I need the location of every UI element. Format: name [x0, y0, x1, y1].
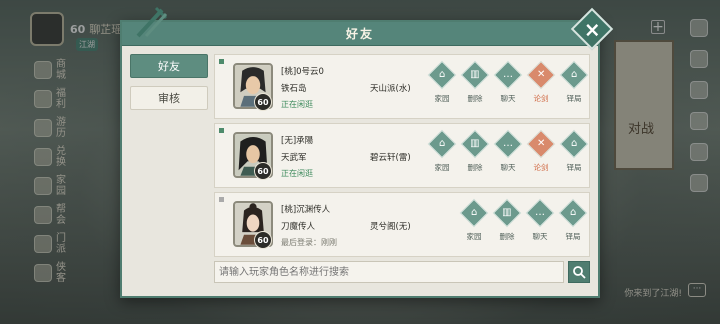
friend-sect: 碧云轩(雷) [370, 153, 411, 163]
delete-button[interactable]: ▥ 删除 [460, 129, 490, 173]
house-icon: ⌂ [570, 137, 578, 149]
crossed-swords-icon: ✕ [536, 68, 546, 80]
friend-card: 60 [桃]沉渊传人 刀魔传人 最后登录：刚刚 灵兮阁(无) ⌂ 家园 ▥ 删除… [214, 192, 590, 257]
search-input[interactable] [214, 261, 564, 283]
tab-review[interactable]: 审核 [130, 86, 208, 110]
action-label: 聊天 [500, 94, 516, 103]
friend-name: [桃]0号云0 [281, 67, 324, 77]
trash-icon: ▥ [470, 137, 480, 149]
house-icon: ⌂ [470, 206, 478, 218]
friend-list[interactable]: 60 [桃]0号云0 铁石岛 正在闲逛 天山派(水) ⌂ 家园 ▥ 删除 … 聊… [214, 54, 590, 261]
friend-status: 正在闲逛 [281, 100, 313, 109]
delete-button[interactable]: ▥ 删除 [492, 198, 522, 242]
chat-button[interactable]: … 聊天 [525, 198, 555, 242]
friend-card: 60 [桃]0号云0 铁石岛 正在闲逛 天山派(水) ⌂ 家园 ▥ 删除 … 聊… [214, 54, 590, 119]
house-icon: ⌂ [438, 137, 446, 149]
duel-button[interactable]: ✕ 论剑 [526, 60, 556, 104]
friend-name: [无]承陽 [281, 136, 314, 146]
level-badge: 60 [254, 93, 272, 111]
level-badge: 60 [254, 231, 272, 249]
online-indicator [219, 59, 224, 64]
delete-button[interactable]: ▥ 删除 [460, 60, 490, 104]
friend-school: 刀魔传人 [281, 222, 316, 232]
trash-icon: ▥ [502, 206, 512, 218]
trash-icon: ▥ [470, 68, 480, 80]
dialog-header: 好友 [122, 22, 598, 46]
action-label: 聊天 [532, 232, 548, 241]
search-button[interactable] [568, 261, 590, 283]
action-label: 铎局 [566, 94, 582, 103]
friend-school: 铁石岛 [281, 84, 307, 94]
offline-indicator [219, 197, 224, 202]
friend-school: 天武军 [281, 153, 307, 163]
action-label: 铎局 [565, 232, 581, 241]
action-label: 铎局 [566, 163, 582, 172]
friend-status: 正在闲逛 [281, 169, 313, 178]
action-label: 家园 [466, 232, 482, 241]
level-badge: 60 [254, 162, 272, 180]
house-icon: ⌂ [569, 206, 577, 218]
action-label: 家园 [434, 94, 450, 103]
friend-name: [桃]沉渊传人 [281, 205, 331, 215]
house-icon: ⌂ [570, 68, 578, 80]
friend-sect: 天山派(水) [370, 84, 411, 94]
home-button[interactable]: ⌂ 家园 [427, 129, 457, 173]
friend-actions: ⌂ 家园 ▥ 删除 … 聊天 ✕ 论剑 ⌂ 铎局 [427, 129, 589, 173]
chat-button[interactable]: … 聊天 [493, 129, 523, 173]
friend-actions: ⌂ 家园 ▥ 删除 … 聊天 ✕ 论剑 ⌂ 铎局 [427, 60, 589, 104]
action-label: 论剑 [533, 94, 549, 103]
sword-ornament-icon [136, 6, 168, 38]
friend-last-login: 最后登录：刚刚 [281, 238, 337, 247]
action-label: 删除 [467, 94, 483, 103]
search-icon [573, 266, 586, 279]
duel-button[interactable]: ✕ 论剑 [526, 129, 556, 173]
spar-button[interactable]: ⌂ 铎局 [558, 198, 588, 242]
action-label: 论剑 [533, 163, 549, 172]
action-label: 删除 [467, 163, 483, 172]
crossed-swords-icon: ✕ [536, 137, 546, 149]
chat-icon: … [503, 138, 513, 149]
dialog-title: 好友 [345, 27, 374, 41]
tab-list: 好友 审核 [130, 54, 208, 118]
chat-icon: … [503, 69, 513, 80]
spar-button[interactable]: ⌂ 铎局 [559, 60, 589, 104]
action-label: 家园 [434, 163, 450, 172]
home-button[interactable]: ⌂ 家园 [427, 60, 457, 104]
tab-friends[interactable]: 好友 [130, 54, 208, 78]
friend-sect: 灵兮阁(无) [370, 222, 411, 232]
chat-icon: … [535, 207, 545, 218]
action-label: 聊天 [500, 163, 516, 172]
search-bar [214, 261, 590, 283]
house-icon: ⌂ [438, 68, 446, 80]
friend-actions: ⌂ 家园 ▥ 删除 … 聊天 ⌂ 铎局 [459, 198, 588, 242]
online-indicator [219, 128, 224, 133]
friends-dialog: 好友 × 好友 审核 60 [桃]0号云0 铁石岛 正在闲逛 天山派(水) ⌂ … [120, 6, 614, 298]
action-label: 删除 [499, 232, 515, 241]
close-icon: × [583, 16, 601, 41]
spar-button[interactable]: ⌂ 铎局 [559, 129, 589, 173]
chat-button[interactable]: … 聊天 [493, 60, 523, 104]
friend-card: 60 [无]承陽 天武军 正在闲逛 碧云轩(雷) ⌂ 家园 ▥ 删除 … 聊天 [214, 123, 590, 188]
home-button[interactable]: ⌂ 家园 [459, 198, 489, 242]
